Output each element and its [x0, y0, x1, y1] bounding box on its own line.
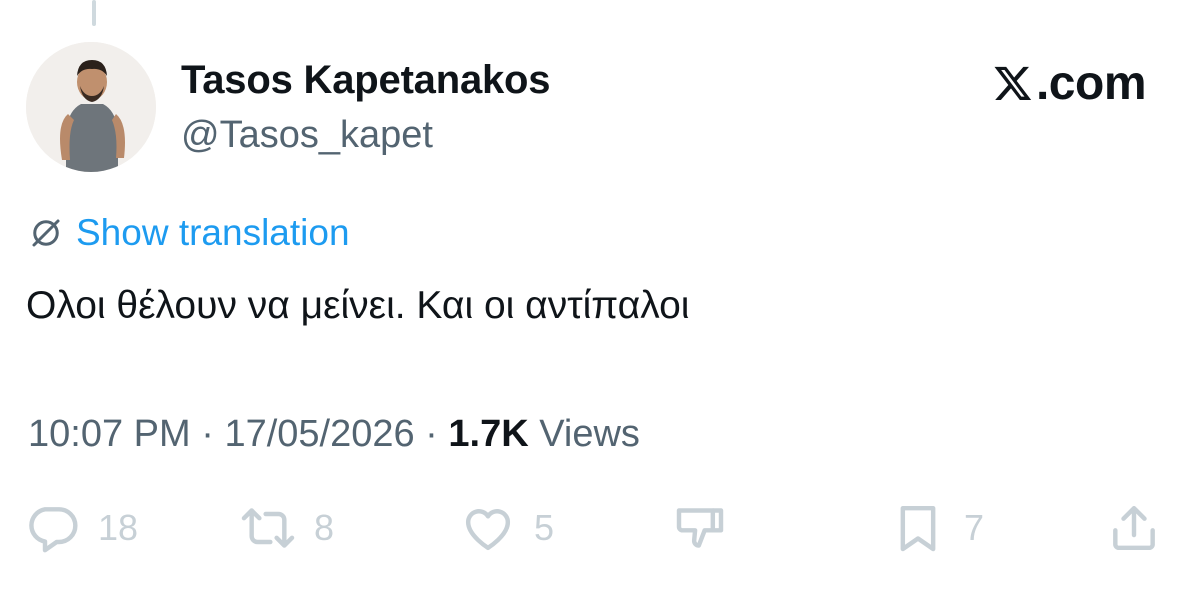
tweet-text: Ολοι θέλουν να μείνει. Και οι αντίπαλοι — [26, 284, 690, 327]
avatar[interactable] — [26, 42, 156, 172]
globe-icon — [32, 219, 60, 247]
retweet-icon — [241, 508, 295, 548]
tweet-meta: 10:07 PM · 17/05/2026 · 1.7K Views — [28, 413, 640, 456]
show-translation-link[interactable]: Show translation — [28, 212, 350, 254]
x-com-logo: .com — [992, 56, 1147, 111]
x-icon — [994, 66, 1032, 100]
retweet-button[interactable]: 8 — [240, 500, 334, 556]
views-count: 1.7K — [448, 413, 529, 455]
share-button[interactable] — [1106, 500, 1162, 556]
user-handle[interactable]: @Tasos_kapet — [181, 114, 433, 157]
dislike-button[interactable] — [672, 500, 728, 556]
bookmark-count: 7 — [964, 507, 985, 548]
thread-line — [92, 0, 96, 26]
logo-text: .com — [1035, 57, 1147, 110]
meta-separator: · — [414, 413, 449, 455]
display-name[interactable]: Tasos Kapetanakos — [181, 58, 551, 103]
heart-icon — [465, 509, 511, 551]
share-icon — [1113, 505, 1155, 551]
tweet-time[interactable]: 10:07 PM — [28, 413, 191, 456]
reply-button[interactable]: 18 — [24, 500, 138, 556]
retweet-count: 8 — [314, 507, 335, 548]
bookmark-button[interactable]: 7 — [890, 500, 984, 556]
reply-count: 18 — [98, 507, 139, 548]
dislike-icon — [676, 508, 724, 548]
reply-icon — [29, 507, 78, 553]
meta-separator: · — [190, 413, 225, 455]
show-translation-label: Show translation — [76, 212, 350, 253]
bookmark-icon — [900, 505, 936, 552]
like-button[interactable]: 5 — [460, 500, 554, 556]
tweet-date[interactable]: 17/05/2026 — [224, 413, 414, 456]
avatar-photo — [26, 42, 156, 172]
like-count: 5 — [534, 507, 555, 548]
views-label: Views — [528, 413, 640, 455]
